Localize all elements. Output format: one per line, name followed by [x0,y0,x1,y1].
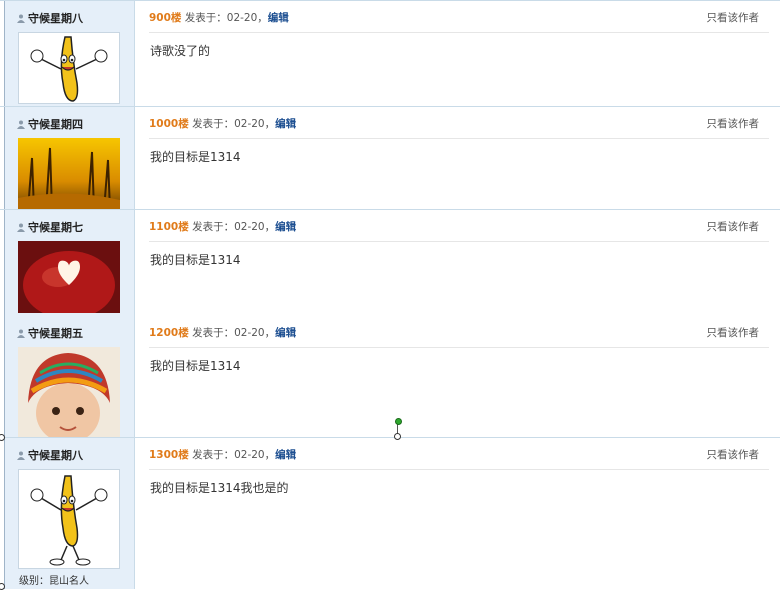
only-author-link[interactable]: 只看该作者 [707,10,760,25]
post-900: 守候星期八 900楼 发表于：02-20，编辑 只看该作者 诗歌没了的 [0,0,780,106]
floor-number: 1300楼 [149,449,189,461]
only-author-link[interactable]: 只看该作者 [707,325,760,340]
apple-heart-avatar-icon [18,241,120,313]
resize-handle-top[interactable] [394,433,401,440]
divider [149,138,769,139]
autumn-trees-avatar-icon [18,138,120,209]
edit-link[interactable]: 编辑 [268,12,289,24]
author-name[interactable]: 守候星期五 [17,325,83,341]
floor-number: 1200楼 [149,327,189,339]
divider [149,347,769,348]
author-name[interactable]: 守候星期八 [17,447,83,463]
post-1300: 守候星期八 级别：昆山名人 1300楼 发表于：02-20，编辑 只看该作者 我… [0,437,780,589]
author-name[interactable]: 守候星期四 [17,116,83,132]
floor-number: 900楼 [149,12,182,24]
author-sidebar: 守候星期四 [4,107,135,209]
edit-link[interactable]: 编辑 [275,327,296,339]
edit-link[interactable]: 编辑 [275,449,296,461]
floor-number: 1000楼 [149,118,189,130]
post-1000: 守候星期四 1000楼 发表于：02-20，编辑 只看该作者 我的目标是1314 [0,106,780,209]
only-author-link[interactable]: 只看该作者 [707,116,760,131]
post-1100: 守候星期七 1100楼 发表于：02-20，编辑 只看该作者 我的目标是1314 [0,209,780,316]
divider [149,469,769,470]
author-sidebar: 守候星期七 [4,210,135,316]
avatar[interactable] [18,241,120,313]
author-name[interactable]: 守候星期七 [17,219,83,235]
author-name[interactable]: 守候星期八 [17,10,83,26]
divider [149,241,769,242]
author-sidebar: 守候星期八 [4,1,135,106]
avatar[interactable] [18,469,120,569]
post-meta: 1100楼 发表于：02-20，编辑 [149,221,297,233]
banana-avatar-icon [30,36,108,102]
user-level: 级别：昆山名人 [19,576,89,587]
post-meta: 1200楼 发表于：02-20，编辑 [149,327,297,339]
floor-number: 1100楼 [149,221,189,233]
only-author-link[interactable]: 只看该作者 [707,447,760,462]
only-author-link[interactable]: 只看该作者 [707,219,760,234]
post-content: 我的目标是1314 [150,150,241,164]
user-icon [17,120,25,129]
post-meta: 900楼 发表于：02-20，编辑 [149,12,289,24]
edit-link[interactable]: 编辑 [275,118,296,130]
post-content: 诗歌没了的 [150,44,211,58]
post-meta: 1300楼 发表于：02-20，编辑 [149,449,297,461]
user-icon [17,451,25,460]
post-meta: 1000楼 发表于：02-20，编辑 [149,118,297,130]
divider [149,32,769,33]
user-icon [17,223,25,232]
edit-link[interactable]: 编辑 [275,221,296,233]
child-hat-avatar-icon [18,347,120,437]
author-sidebar: 守候星期五 [4,316,135,437]
rotate-handle[interactable] [395,418,402,425]
avatar[interactable] [18,347,120,437]
banana-avatar-icon [30,475,108,566]
post-content: 我的目标是1314我也是的 [150,481,289,495]
post-content: 我的目标是1314 [150,253,241,267]
author-sidebar: 守候星期八 级别：昆山名人 [4,438,135,589]
user-icon [17,329,25,338]
post-content: 我的目标是1314 [150,359,241,373]
avatar[interactable] [18,32,120,104]
avatar[interactable] [18,138,120,209]
post-1200: 守候星期五 1200楼 发表于：02-20，编辑 只看该作者 我的目标是1314 [0,316,780,437]
user-icon [17,14,25,23]
